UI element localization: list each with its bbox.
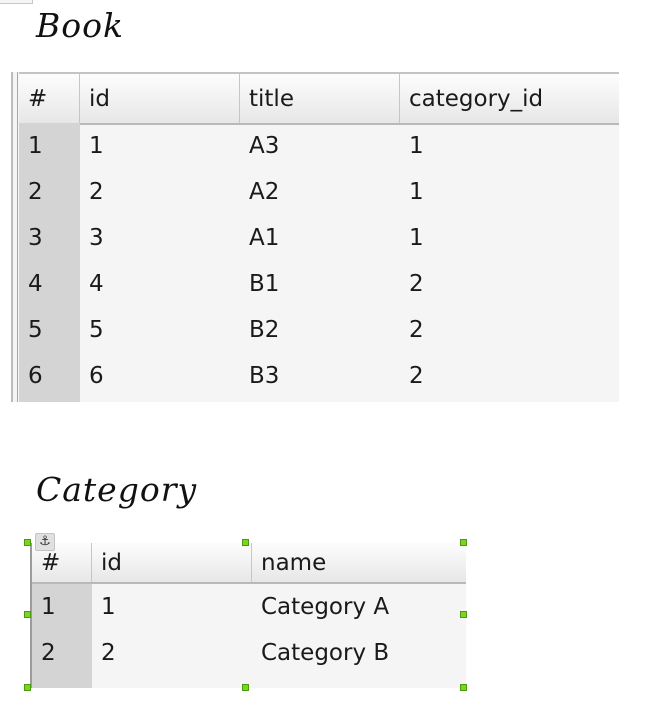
table-row[interactable]: 4 4 B1 2 — [19, 261, 619, 307]
table-cell[interactable]: 3 — [80, 215, 240, 261]
selection-handle-bottom-right[interactable] — [460, 684, 467, 691]
category-table[interactable]: # id name 1 1 Category A 2 2 Category B — [30, 543, 466, 688]
anchor-icon[interactable]: ⚓ — [35, 533, 55, 551]
selection-handle-top-center[interactable] — [242, 539, 249, 546]
selection-handle-top-left[interactable] — [24, 539, 31, 546]
category-column-header[interactable]: name — [252, 543, 466, 582]
table-row[interactable]: 2 2 A2 1 — [19, 169, 619, 215]
category-column-header[interactable]: id — [92, 543, 252, 582]
table-row[interactable]: 5 5 B2 2 — [19, 307, 619, 353]
table-cell[interactable]: A2 — [240, 169, 400, 215]
table-cell[interactable]: 2 — [400, 307, 619, 353]
row-number-cell: 5 — [28, 317, 43, 343]
table-cell[interactable]: 2 — [80, 169, 240, 215]
book-heading: Book — [36, 6, 124, 45]
table-cell[interactable]: 1 — [80, 123, 240, 169]
table-cell[interactable]: 2 — [92, 630, 252, 676]
table-left-border — [17, 72, 18, 402]
table-cell[interactable]: 4 — [80, 261, 240, 307]
category-heading: Category — [36, 470, 198, 509]
row-number-cell: 2 — [28, 179, 43, 205]
table-cell[interactable]: 1 — [400, 123, 619, 169]
book-column-header[interactable]: id — [80, 74, 240, 123]
table-cell[interactable]: 1 — [92, 584, 252, 630]
table-cell[interactable]: B2 — [240, 307, 400, 353]
table-cell[interactable]: A1 — [240, 215, 400, 261]
book-column-header[interactable]: category_id — [400, 74, 619, 123]
table-cell[interactable]: 2 — [400, 261, 619, 307]
table-row[interactable]: 3 3 A1 1 — [19, 215, 619, 261]
selection-handle-middle-left[interactable] — [24, 611, 31, 618]
category-header-row: # id name — [32, 543, 466, 584]
corner-mark — [0, 0, 33, 4]
table-cell[interactable]: 2 — [400, 353, 619, 399]
table-cell[interactable]: 5 — [80, 307, 240, 353]
selection-handle-bottom-center[interactable] — [242, 684, 249, 691]
table-cell[interactable]: Category B — [252, 630, 466, 676]
table-row[interactable]: 1 1 A3 1 — [19, 123, 619, 169]
book-table[interactable]: # id title category_id 1 1 A3 1 2 2 A2 1 3 3 A1 1 4 4 B1 2… — [11, 72, 619, 402]
row-number-cell: 1 — [41, 594, 56, 620]
row-number-cell: 4 — [28, 271, 43, 297]
book-column-header[interactable]: title — [240, 74, 400, 123]
table-cell[interactable]: B1 — [240, 261, 400, 307]
table-cell[interactable]: 1 — [400, 169, 619, 215]
row-number-cell: 1 — [28, 133, 43, 159]
table-cell[interactable]: A3 — [240, 123, 400, 169]
book-column-header[interactable]: # — [19, 74, 80, 123]
table-cell[interactable]: B3 — [240, 353, 400, 399]
table-cell[interactable]: Category A — [252, 584, 466, 630]
table-row[interactable]: 6 6 B3 2 — [19, 353, 619, 399]
selection-handle-middle-right[interactable] — [460, 611, 467, 618]
row-number-cell: 6 — [28, 363, 43, 389]
selection-handle-top-right[interactable] — [460, 539, 467, 546]
table-cell[interactable]: 6 — [80, 353, 240, 399]
table-row[interactable]: 1 1 Category A — [32, 584, 466, 630]
row-number-cell: 3 — [28, 225, 43, 251]
table-cell[interactable]: 1 — [400, 215, 619, 261]
book-header-row: # id title category_id — [19, 72, 619, 125]
table-row[interactable]: 2 2 Category B — [32, 630, 466, 676]
row-number-cell: 2 — [41, 640, 56, 666]
selection-handle-bottom-left[interactable] — [24, 684, 31, 691]
